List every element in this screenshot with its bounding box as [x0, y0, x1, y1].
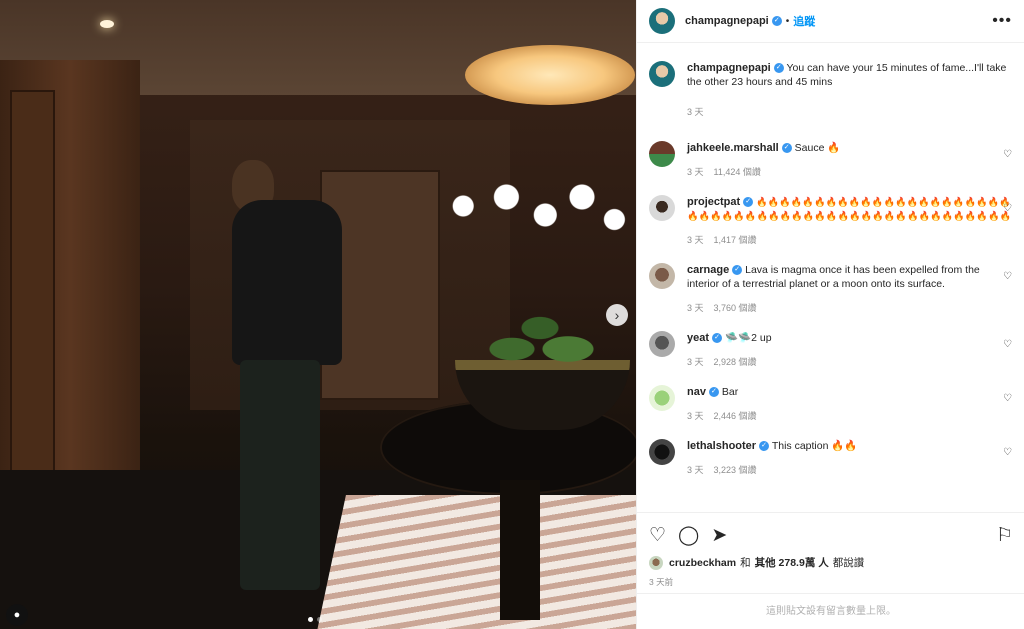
avatar[interactable]	[649, 8, 675, 34]
list-item: nav ✓ Bar 3 天 2,446 個讚 ♡	[649, 385, 1012, 423]
table-pedestal	[500, 480, 540, 620]
carousel-dot-active	[308, 617, 313, 622]
verified-badge-icon: ✓	[759, 441, 770, 452]
chevron-right-icon: ›	[614, 307, 620, 323]
carousel-dots	[308, 617, 322, 622]
comment-icon[interactable]: ◯	[678, 524, 699, 547]
comment-likes[interactable]: 11,424 個讚	[714, 167, 761, 177]
verified-badge-icon: ✓	[712, 333, 723, 344]
post-header: champagnepapi ✓ • 追蹤 •••	[637, 0, 1024, 43]
caption-author[interactable]: champagnepapi	[687, 62, 771, 74]
comment-age: 3 天	[687, 303, 704, 313]
ceiling-light	[100, 20, 114, 28]
door-left	[10, 90, 55, 480]
comment-author[interactable]: jahkeele.marshall	[687, 142, 779, 154]
heart-icon[interactable]: ♡	[649, 524, 666, 547]
list-item: yeat ✓ 🛸🛸2 up 3 天 2,928 個讚 ♡	[649, 331, 1012, 369]
carousel-dot	[317, 617, 322, 622]
comment-text: Sauce 🔥	[794, 142, 841, 154]
person-legs	[240, 360, 320, 590]
comment-age: 3 天	[687, 167, 704, 177]
comment-likes[interactable]: 2,446 個讚	[714, 411, 757, 421]
follow-button[interactable]: 追蹤	[793, 13, 815, 29]
share-icon[interactable]: ➤	[711, 524, 727, 547]
bookmark-icon[interactable]: ⚐	[996, 524, 1013, 547]
next-photo-button[interactable]: ›	[606, 304, 628, 326]
comment-age: 3 天	[687, 235, 704, 245]
comment-age: 3 天	[687, 411, 704, 421]
comment-text: Lava is magma once it has been expelled …	[687, 264, 980, 290]
avatar[interactable]	[649, 331, 675, 357]
comment-age: 3 天	[687, 357, 704, 367]
verified-badge-icon: ✓	[771, 16, 782, 26]
avatar[interactable]	[649, 555, 663, 570]
comment-text: Bar	[721, 386, 739, 398]
heart-icon[interactable]: ♡	[1003, 203, 1012, 214]
post-actions: ♡ ◯ ➤ ⚐ cruzbeckham 和 其他 278.9萬 人 都說讚 3 …	[637, 512, 1024, 588]
likes-summary[interactable]: cruzbeckham 和 其他 278.9萬 人 都說讚	[649, 555, 1013, 570]
heart-icon[interactable]: ♡	[1003, 393, 1012, 404]
comment-author[interactable]: projectpat	[687, 196, 740, 208]
comments-limited-notice: 這則貼文設有留言數量上限。	[637, 593, 1024, 629]
avatar[interactable]	[649, 439, 675, 465]
list-item: lethalshooter ✓ This caption 🔥🔥 3 天 3,223 …	[649, 439, 1012, 477]
verified-badge-icon: ✓	[781, 143, 792, 154]
avatar[interactable]	[649, 141, 675, 167]
comment-text: This caption 🔥🔥	[771, 440, 858, 452]
comment-author[interactable]: yeat	[687, 332, 709, 344]
posted-ago: 3 天前	[649, 577, 674, 587]
likes-suffix: 都說讚	[832, 557, 865, 569]
rug	[314, 495, 636, 629]
heart-icon[interactable]: ♡	[1003, 447, 1012, 458]
person-body	[232, 200, 342, 365]
comment-likes[interactable]: 2,928 個讚	[714, 357, 757, 367]
more-options-icon[interactable]: •••	[992, 12, 1012, 30]
pendant-lamp	[465, 45, 635, 105]
post-side-panel: champagnepapi ✓ • 追蹤 ••• champagnepapi ✓ …	[636, 0, 1024, 629]
avatar[interactable]	[649, 195, 675, 221]
verified-badge-icon: ✓	[708, 387, 719, 398]
post-photo: › ●	[0, 0, 636, 629]
list-item: carnage ✓ Lava is magma once it has been …	[649, 263, 1012, 315]
comment-text: 🛸🛸2 up	[724, 332, 772, 344]
verified-badge-icon: ✓	[732, 265, 743, 276]
orchid-leaves	[470, 300, 610, 370]
comment-author[interactable]: lethalshooter	[687, 440, 756, 452]
list-item: jahkeele.marshall ✓ Sauce 🔥 3 天 11,424 個讚 …	[649, 141, 1012, 179]
heart-icon[interactable]: ♡	[1003, 339, 1012, 350]
caption: champagnepapi ✓ You can have your 15 minu…	[649, 43, 1012, 119]
comment-author[interactable]: carnage	[687, 264, 729, 276]
post-dialog: › ● champagnepapi ✓ • 追蹤 ••• champagnepa…	[0, 0, 1024, 629]
heart-icon[interactable]: ♡	[1003, 271, 1012, 282]
verified-badge-icon: ✓	[773, 63, 784, 74]
caption-age: 3 天	[687, 107, 704, 117]
likes-and: 和	[740, 557, 751, 569]
author-name[interactable]: champagnepapi	[685, 15, 769, 27]
separator: •	[785, 15, 790, 27]
likes-user[interactable]: cruzbeckham	[669, 557, 736, 569]
orchid-flowers	[420, 170, 636, 260]
comment-likes[interactable]: 1,417 個讚	[714, 235, 757, 245]
user-tag-icon: ●	[13, 609, 21, 621]
list-item: projectpat ✓ 🔥🔥🔥🔥🔥🔥🔥🔥🔥🔥🔥🔥🔥🔥🔥🔥🔥🔥🔥🔥🔥🔥🔥🔥🔥🔥🔥🔥…	[649, 195, 1012, 247]
comment-age: 3 天	[687, 465, 704, 475]
avatar[interactable]	[649, 263, 675, 289]
tagged-users-button[interactable]: ●	[6, 604, 28, 626]
comment-list[interactable]: champagnepapi ✓ You can have your 15 minu…	[637, 43, 1024, 477]
likes-count[interactable]: 其他 278.9萬 人	[755, 555, 829, 570]
comment-likes[interactable]: 3,223 個讚	[714, 465, 757, 475]
comment-author[interactable]: nav	[687, 386, 706, 398]
heart-icon[interactable]: ♡	[1003, 149, 1012, 160]
comment-likes[interactable]: 3,760 個讚	[714, 303, 757, 313]
avatar[interactable]	[649, 385, 675, 411]
verified-badge-icon: ✓	[743, 197, 754, 208]
avatar[interactable]	[649, 61, 675, 87]
